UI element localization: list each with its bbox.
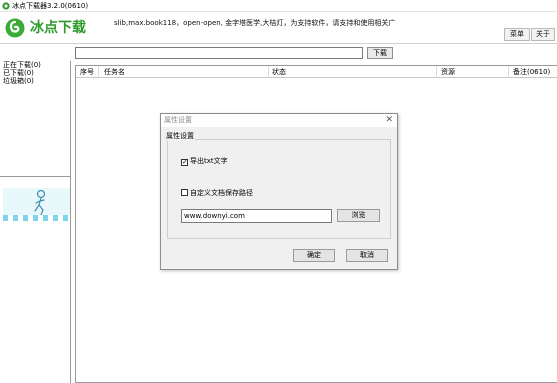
url-bar: 下载	[0, 43, 557, 61]
mascot-floor-stripe	[3, 215, 70, 221]
sidebar-item-trash[interactable]: 垃圾箱(0)	[0, 77, 70, 85]
column-header-status[interactable]: 状态	[272, 68, 286, 76]
sidebar-item-downloading[interactable]: 正在下载(0)	[0, 61, 70, 69]
cancel-button[interactable]: 取消	[346, 249, 388, 262]
mascot-animation	[3, 188, 70, 221]
logo-text: 冰点下载	[30, 20, 86, 36]
menu-button[interactable]: 菜单	[504, 28, 530, 41]
sidebar: 正在下载(0) 已下载(0) 垃圾箱(0)	[0, 61, 71, 383]
column-header-task-name[interactable]: 任务名	[104, 68, 125, 76]
window-title: 冰点下载器3.2.0(0610)	[12, 2, 89, 10]
custom-path-checkbox[interactable]	[181, 189, 188, 196]
group-label: 属性设置	[165, 132, 195, 141]
save-path-input[interactable]	[181, 209, 332, 223]
sidebar-item-downloaded[interactable]: 已下载(0)	[0, 69, 70, 77]
window-titlebar: 冰点下载器3.2.0(0610)	[0, 0, 557, 12]
sidebar-nav: 正在下载(0) 已下载(0) 垃圾箱(0)	[0, 61, 70, 177]
logo-icon	[5, 18, 25, 38]
about-button[interactable]: 关于	[531, 28, 555, 41]
url-input[interactable]	[75, 47, 363, 59]
app-header: 冰点下载 slib,max.book118，open-open, 金字塔医学,大…	[0, 12, 557, 43]
export-txt-checkbox[interactable]: ✓	[181, 159, 188, 166]
column-divider	[98, 66, 99, 78]
close-icon[interactable]: ✕	[385, 115, 393, 125]
column-divider	[268, 66, 269, 78]
dialog-titlebar: 属性设置 ✕	[161, 114, 397, 127]
download-button[interactable]: 下载	[367, 47, 393, 59]
app-icon	[2, 2, 10, 10]
browse-button[interactable]: 浏览	[337, 209, 380, 222]
column-divider	[508, 66, 509, 78]
column-header-resource[interactable]: 资源	[441, 68, 455, 76]
dialog-title: 属性设置	[164, 116, 192, 124]
column-header-note[interactable]: 备注(0610)	[513, 68, 550, 76]
ok-button[interactable]: 确定	[293, 249, 335, 262]
export-txt-option[interactable]: ✓ 导出txt文字	[181, 157, 228, 166]
column-header-index[interactable]: 序号	[80, 68, 94, 76]
settings-dialog: 属性设置 ✕ 属性设置 ✓导出txt文字 自定义文档保存路径 浏览 确定 取消	[160, 113, 398, 270]
export-txt-label: 导出txt文字	[190, 157, 228, 165]
header-tagline: slib,max.book118，open-open, 金字塔医学,大桔灯，为支…	[114, 19, 396, 27]
custom-path-label: 自定义文档保存路径	[190, 189, 253, 197]
table-header: 序号 任务名 状态 资源 备注(0610)	[76, 66, 557, 78]
column-divider	[436, 66, 437, 78]
custom-path-option[interactable]: 自定义文档保存路径	[181, 189, 253, 198]
